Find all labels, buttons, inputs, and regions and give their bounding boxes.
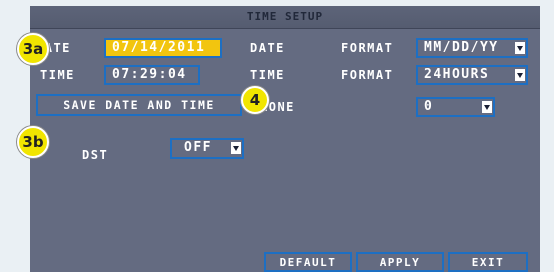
time-format-label-2: FORMAT [341,68,394,82]
time-format-label: TIME [250,68,285,82]
dst-label: DST [82,148,109,162]
chevron-down-icon [515,69,525,81]
time-setup-dialog: TIME SETUP DATE 07/14/2011 DATE FORMAT M… [30,6,540,272]
date-format-label-2: FORMAT [341,41,394,55]
zone-select[interactable]: 0 [416,97,495,117]
save-date-and-time-button[interactable]: SAVE DATE AND TIME [36,94,242,116]
time-format-value: 24HOURS [424,67,490,82]
dst-select[interactable]: OFF [170,138,244,159]
callout-3a-badge: 3a [17,33,49,65]
date-format-select[interactable]: MM/DD/YY [416,38,528,58]
chevron-down-icon [231,142,241,154]
default-button[interactable]: DEFAULT [264,252,352,272]
dialog-title: TIME SETUP [246,10,324,23]
chevron-down-icon [515,42,525,54]
callout-4-badge: 4 [241,86,269,114]
title-bar: TIME SETUP [30,6,540,29]
date-format-value: MM/DD/YY [424,40,499,55]
callout-3b-badge: 3b [17,126,49,158]
date-format-label: DATE [250,41,285,55]
date-input[interactable]: 07/14/2011 [104,38,222,58]
time-format-select[interactable]: 24HOURS [416,65,528,85]
time-input[interactable]: 07:29:04 [104,65,200,85]
exit-button[interactable]: EXIT [448,252,528,272]
apply-button[interactable]: APPLY [356,252,444,272]
dst-value: OFF [184,140,212,155]
zone-value: 0 [424,99,434,114]
time-label: TIME [40,68,75,82]
chevron-down-icon [482,101,492,113]
